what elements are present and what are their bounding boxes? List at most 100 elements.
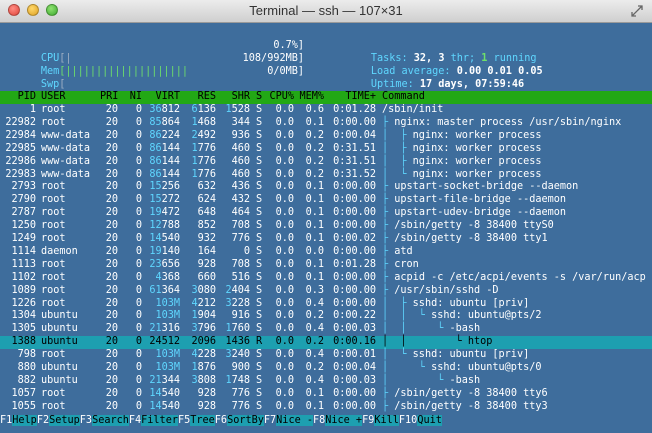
cell-virt: 15256: [149, 181, 180, 193]
cpu-meter: CPU[|: [4, 40, 72, 64]
process-row[interactable]: 798 root 20 0 103M 4228 3240 S 0.0 0.4 0:00.01 │ └ …: [0, 349, 652, 362]
cell-state: S: [256, 104, 263, 115]
process-row[interactable]: 22984 www-data 20 0 86224 2492 936 S 0.0 0.2 0:00.…: [0, 130, 652, 143]
tree-branch: │ │ └: [382, 323, 450, 335]
cell-mem: 0.1: [305, 116, 324, 128]
cell-ni: 0: [135, 310, 142, 322]
process-row[interactable]: 1305 ubuntu 20 0 21316 3796 1760 S 0.0 0.4 0:00.03…: [0, 323, 652, 336]
cell-pri: 20: [105, 233, 118, 244]
process-row[interactable]: 1089 root 20 0 61364 3080 2404 S 0.0 0.3 0:00.00 ├ …: [0, 285, 652, 298]
process-row[interactable]: 1226 root 20 0 103M 4212 3228 S 0.0 0.4 0:00.00 │ ├…: [0, 298, 652, 311]
cell-virt: 4368: [155, 271, 180, 283]
cell-pri: 20: [105, 271, 118, 283]
col-command[interactable]: Command: [382, 91, 425, 104]
cell-res: 4212: [191, 297, 216, 309]
cell-command: ├ acpid -c /etc/acpi/events -s /var/run/…: [382, 272, 646, 285]
function-key-f10[interactable]: F10Quit: [399, 415, 442, 426]
function-key-f3[interactable]: F3Search: [80, 415, 129, 426]
col-time[interactable]: TIME+: [330, 91, 376, 104]
column-header[interactable]: PID USER PRI NI VIRT RES SHR S CPU% MEM%…: [0, 91, 652, 104]
process-row[interactable]: 22982 root 20 0 85864 1468 344 S 0.0 0.1 0:00.00 ├ …: [0, 117, 652, 130]
function-key-f6[interactable]: F6SortBy: [215, 415, 264, 426]
cell-command: ├ upstart-udev-bridge --daemon: [382, 207, 566, 220]
cell-command: ├ /sbin/getty -8 38400 tty6: [382, 388, 548, 401]
col-user[interactable]: USER: [41, 91, 66, 104]
cell-res: 932: [197, 233, 216, 244]
process-row[interactable]: 880 ubuntu 20 0 103M 1876 900 S 0.0 0.2 0:00.04 │ └…: [0, 362, 652, 375]
cell-pid: 1114: [11, 245, 36, 257]
cell-pri: 20: [105, 104, 118, 115]
col-cpu[interactable]: CPU%: [266, 91, 294, 104]
cell-command: ├ cron: [382, 259, 419, 272]
function-key-f4[interactable]: F4Filter: [129, 415, 178, 426]
cell-ni: 0: [135, 400, 142, 412]
col-mem[interactable]: MEM%: [296, 91, 324, 104]
cell-state: S: [256, 349, 263, 361]
cell-shr: 460: [231, 168, 250, 180]
command-text: upstart-udev-bridge --daemon: [394, 207, 567, 219]
process-row[interactable]: 1249 root 20 0 14540 932 776 S 0.0 0.1 0:00.02 ├ /s…: [0, 233, 652, 246]
cell-mem: 0.2: [305, 310, 324, 322]
cell-pri: 20: [105, 362, 118, 373]
process-row[interactable]: 1113 root 20 0 23656 928 708 S 0.0 0.1 0:01.28 ├ cr…: [0, 259, 652, 272]
process-row[interactable]: 22985 www-data 20 0 86144 1776 460 S 0.0 0.2 0:31.…: [0, 143, 652, 156]
process-row[interactable]: 1304 ubuntu 20 0 103M 1904 916 S 0.0 0.2 0:00.22 │ …: [0, 310, 652, 323]
cell-user: www-data: [41, 168, 91, 180]
col-state[interactable]: S: [256, 91, 262, 104]
cell-shr: 1748: [225, 374, 250, 386]
cell-time: 0:00.16: [333, 336, 376, 348]
col-virt[interactable]: VIRT: [148, 91, 180, 104]
cell-virt: 21316: [149, 323, 180, 335]
cell-shr: 3228: [225, 297, 250, 309]
process-row[interactable]: 2793 root 20 0 15256 632 436 S 0.0 0.1 0:00.00 ├ up…: [0, 181, 652, 194]
process-row[interactable]: 1250 root 20 0 12788 852 708 S 0.0 0.1 0:00.00 ├ /s…: [0, 220, 652, 233]
cell-ni: 0: [135, 271, 142, 283]
cell-virt: 23656: [149, 258, 180, 270]
function-key-number: F10: [398, 415, 418, 426]
cell-command: ├ /sbin/getty -8 38400 ttyS0: [382, 220, 554, 233]
cell-state: R: [256, 336, 263, 348]
cell-command: │ └ sshd: ubuntu@pts/0: [382, 362, 541, 375]
cell-shr: 1528: [225, 104, 250, 115]
process-row[interactable]: 1114 daemon 20 0 19140 164 0 S 0.0 0.0 0:00.00 ├ at…: [0, 246, 652, 259]
function-key-f2[interactable]: F2Setup: [37, 415, 80, 426]
function-key-f5[interactable]: F5Tree: [178, 415, 215, 426]
process-row[interactable]: 2790 root 20 0 15272 624 432 S 0.0 0.1 0:00.00 ├ up…: [0, 194, 652, 207]
process-row[interactable]: 882 ubuntu 20 0 21344 3808 1748 S 0.0 0.4 0:00.03 │…: [0, 375, 652, 388]
process-row[interactable]: 2787 root 20 0 19472 648 464 S 0.0 0.1 0:00.00 ├ up…: [0, 207, 652, 220]
cell-state: S: [256, 271, 263, 283]
col-res[interactable]: RES: [188, 91, 216, 104]
terminal-content[interactable]: CPU[| 0.7%] Mem[|||||||||||||||||||| 108…: [0, 23, 652, 433]
process-row[interactable]: 1055 root 20 0 14540 928 776 S 0.0 0.1 0:00.00 ├ /s…: [0, 401, 652, 414]
function-key-f9[interactable]: F9Kill: [362, 415, 399, 426]
col-shr[interactable]: SHR: [224, 91, 250, 104]
process-row[interactable]: 1388 ubuntu 20 0 24512 2096 1436 R 0.0 0.2 0:00.16…: [0, 336, 652, 349]
cell-pri: 20: [105, 310, 118, 322]
process-row[interactable]: 1057 root 20 0 14540 928 776 S 0.0 0.1 0:00.00 ├ /s…: [0, 388, 652, 401]
col-pri[interactable]: PRI: [100, 91, 118, 104]
process-row[interactable]: 22986 www-data 20 0 86144 1776 460 S 0.0 0.2 0:31.…: [0, 156, 652, 169]
function-key-number: F4: [128, 415, 142, 426]
cell-user: root: [41, 220, 66, 232]
tree-branch: ├: [382, 284, 395, 296]
cell-cpu: 0.0: [275, 104, 294, 115]
col-pid[interactable]: PID: [4, 91, 36, 104]
process-row[interactable]: 1 root 20 0 36812 6136 1528 S 0.0 0.6 0:01.28/sbin…: [0, 104, 652, 117]
cell-cpu: 0.0: [275, 362, 294, 373]
tree-branch: │ └: [382, 362, 432, 373]
command-text: /sbin/getty -8 38400 tty1: [394, 233, 548, 244]
fullscreen-icon[interactable]: [630, 4, 644, 18]
cell-virt: 19472: [149, 207, 180, 219]
process-row[interactable]: 22983 www-data 20 0 86144 1776 460 S 0.0 0.2 0:31.…: [0, 169, 652, 182]
col-ni[interactable]: NI: [126, 91, 142, 104]
function-key-f1[interactable]: F1Help: [0, 415, 37, 426]
cell-ni: 0: [135, 155, 142, 167]
cell-mem: 0.3: [305, 284, 324, 296]
function-key-f8[interactable]: F8Nice +: [313, 415, 363, 426]
mem-value: 108/992MB]: [242, 53, 304, 64]
function-key-label: Setup: [49, 415, 80, 426]
cell-cpu: 0.0: [275, 271, 294, 283]
function-key-f7[interactable]: F7Nice -: [264, 415, 313, 426]
process-row[interactable]: 1102 root 20 0 4368 660 516 S 0.0 0.1 0:00.00 ├ acp…: [0, 272, 652, 285]
cell-user: root: [41, 116, 66, 128]
